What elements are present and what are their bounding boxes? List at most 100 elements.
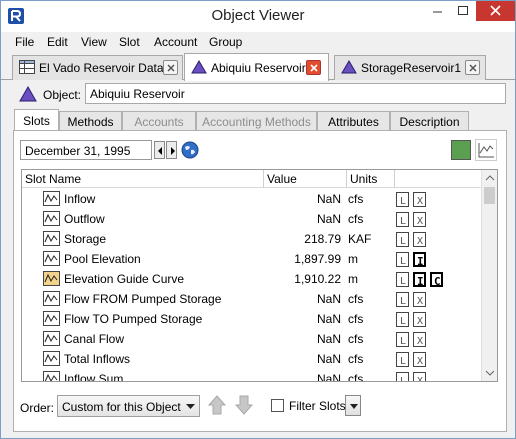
slot-flag-l-icon[interactable]: L: [396, 312, 409, 327]
scroll-down-arrow[interactable]: [482, 365, 497, 381]
minimize-button[interactable]: [424, 1, 450, 21]
table-row[interactable]: Flow FROM Pumped Storage NaN cfs L X: [22, 289, 481, 309]
slot-name: Inflow Sum: [64, 372, 124, 382]
scrollbar-thumb[interactable]: [484, 187, 495, 204]
date-field[interactable]: December 31, 1995: [20, 140, 152, 160]
tab-storage-reservoir-1[interactable]: StorageReservoir1: [334, 55, 486, 80]
slot-flag-i-icon[interactable]: I: [413, 272, 426, 288]
tab-label: Abiquiu Reservoir: [211, 61, 306, 75]
reservoir-triangle-icon: [19, 85, 37, 105]
tab-slots[interactable]: Slots: [14, 109, 59, 131]
slot-value: NaN: [316, 192, 341, 206]
slot-flag-c-icon[interactable]: C: [430, 272, 443, 288]
column-divider: [263, 170, 264, 188]
tab-el-vado-reservoir-data[interactable]: El Vado Reservoir Data: [12, 55, 183, 80]
slot-flag-x-icon[interactable]: X: [413, 192, 426, 207]
slot-name: Flow FROM Pumped Storage: [64, 292, 222, 306]
slot-units: cfs: [348, 292, 364, 306]
vertical-scrollbar[interactable]: [481, 170, 497, 381]
slot-flag-letter: L: [400, 296, 406, 307]
column-divider: [346, 170, 347, 188]
slot-flag-i-icon[interactable]: I: [413, 252, 426, 268]
reservoir-triangle-icon: [191, 60, 207, 77]
slot-flag-x-icon[interactable]: X: [413, 292, 426, 307]
tab-label: El Vado Reservoir Data: [39, 61, 164, 75]
previous-date-button[interactable]: [154, 141, 165, 159]
column-header-slot-name[interactable]: Slot Name: [25, 172, 81, 186]
slot-flag-x-icon[interactable]: X: [413, 332, 426, 347]
slot-flag-l-icon[interactable]: L: [396, 232, 409, 247]
tab-methods[interactable]: Methods: [59, 111, 122, 131]
table-row[interactable]: Flow TO Pumped Storage NaN cfs L X: [22, 309, 481, 329]
menu-account[interactable]: Account: [154, 35, 197, 49]
series-slot-icon: [43, 211, 60, 229]
tab-close-icon[interactable]: [465, 60, 480, 75]
column-header-units[interactable]: Units: [350, 172, 377, 186]
table-row[interactable]: Total Inflows NaN cfs L X: [22, 349, 481, 369]
tab-description[interactable]: Description: [390, 111, 469, 131]
slot-flag-letter: I: [417, 255, 424, 268]
slot-value: NaN: [316, 212, 341, 226]
table-row[interactable]: Pool Elevation 1,897.99 m L I: [22, 249, 481, 269]
slot-units: cfs: [348, 192, 364, 206]
slot-flag-x-icon[interactable]: X: [413, 232, 426, 247]
next-date-button[interactable]: [166, 141, 177, 159]
color-swatch-button[interactable]: [451, 140, 471, 160]
menu-group[interactable]: Group: [209, 35, 242, 49]
object-tab-bar: El Vado Reservoir Data Abiquiu Reservoir…: [1, 52, 515, 81]
filter-slots-checkbox[interactable]: [271, 399, 284, 412]
window-close-button[interactable]: [476, 1, 515, 21]
menu-view[interactable]: View: [81, 35, 107, 49]
slot-flag-l-icon[interactable]: L: [396, 272, 409, 287]
series-slot-icon: [43, 331, 60, 349]
table-row[interactable]: Storage 218.79 KAF L X: [22, 229, 481, 249]
column-header-value[interactable]: Value: [267, 172, 297, 186]
slot-name: Flow TO Pumped Storage: [64, 312, 203, 326]
slot-flag-letter: L: [400, 356, 406, 367]
tab-attributes[interactable]: Attributes: [317, 111, 390, 131]
slot-flag-x-icon[interactable]: X: [413, 312, 426, 327]
slots-panel: December 31, 1995 Slot Name Value Units …: [13, 130, 507, 432]
slot-name: Total Inflows: [64, 352, 131, 366]
tab-close-icon[interactable]: [306, 60, 321, 75]
table-row[interactable]: Elevation Guide Curve 1,910.22 m L I C: [22, 269, 481, 289]
tab-accounting-methods[interactable]: Accounting Methods: [196, 111, 317, 131]
order-dropdown[interactable]: Custom for this Object: [57, 395, 200, 417]
globe-icon[interactable]: [181, 141, 199, 162]
slot-units: cfs: [348, 312, 364, 326]
filter-options-dropdown[interactable]: [345, 395, 361, 416]
table-row[interactable]: Outflow NaN cfs L X: [22, 209, 481, 229]
slot-flag-x-icon[interactable]: X: [413, 372, 426, 381]
slot-name: Storage: [64, 232, 107, 246]
slot-flag-letter: X: [417, 196, 423, 207]
slots-table: Slot Name Value Units Inflow NaN cfs L X Outf…: [21, 169, 498, 382]
slot-flag-x-icon[interactable]: X: [413, 352, 426, 367]
move-down-arrow-icon[interactable]: [233, 393, 255, 417]
slot-flag-l-icon[interactable]: L: [396, 212, 409, 227]
slot-flag-l-icon[interactable]: L: [396, 332, 409, 347]
slot-flag-l-icon[interactable]: L: [396, 292, 409, 307]
menu-file[interactable]: File: [15, 35, 34, 49]
slot-flag-x-icon[interactable]: X: [413, 212, 426, 227]
scroll-up-arrow[interactable]: [482, 170, 497, 186]
series-slot-icon: [43, 251, 60, 269]
slot-flag-l-icon[interactable]: L: [396, 372, 409, 381]
table-row[interactable]: Inflow Sum NaN cfs L X: [22, 369, 481, 382]
slot-flag-l-icon[interactable]: L: [396, 252, 409, 267]
order-dropdown-value: Custom for this Object: [62, 400, 181, 414]
slot-units: cfs: [348, 352, 364, 366]
plot-graph-button[interactable]: [475, 139, 497, 161]
slot-flag-l-icon[interactable]: L: [396, 192, 409, 207]
menu-edit[interactable]: Edit: [47, 35, 68, 49]
tab-accounts[interactable]: Accounts: [122, 111, 196, 131]
slot-value: NaN: [316, 372, 341, 382]
menu-slot[interactable]: Slot: [119, 35, 140, 49]
table-row[interactable]: Canal Flow NaN cfs L X: [22, 329, 481, 349]
tab-close-icon[interactable]: [163, 60, 178, 75]
slot-flag-l-icon[interactable]: L: [396, 352, 409, 367]
tab-abiquiu-reservoir[interactable]: Abiquiu Reservoir: [184, 53, 329, 81]
move-up-arrow-icon[interactable]: [206, 393, 228, 417]
table-row[interactable]: Inflow NaN cfs L X: [22, 189, 481, 209]
object-name-field[interactable]: Abiquiu Reservoir: [85, 83, 506, 104]
maximize-button[interactable]: [450, 1, 476, 21]
